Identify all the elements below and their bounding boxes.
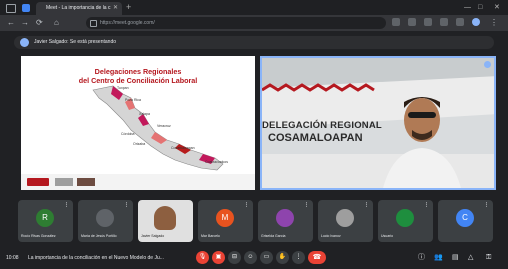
map-label: Xalapa — [139, 112, 150, 116]
map-label: Poza Rica — [125, 98, 141, 102]
meeting-time: 10:08 — [6, 255, 19, 261]
pin-icon[interactable] — [484, 61, 491, 68]
ccl-logo — [77, 178, 95, 186]
maximize-button[interactable]: □ — [478, 2, 482, 13]
map-label: Coatzacoalcos — [205, 160, 228, 164]
participant-video — [154, 206, 176, 230]
slide-title: Delegaciones Regionales — [94, 67, 182, 76]
more-options-icon[interactable]: ⋮ — [124, 202, 129, 208]
profile-avatar[interactable] — [472, 18, 480, 26]
people-icon[interactable]: 👥 — [434, 252, 443, 264]
menu-dots-icon[interactable]: ⋮ — [490, 18, 498, 28]
avatar: C — [456, 209, 474, 227]
slide-footer — [21, 174, 255, 190]
lock-icon[interactable] — [90, 20, 97, 27]
reload-icon[interactable]: ⟳ — [36, 18, 43, 28]
host-controls-icon[interactable]: ⚿ — [486, 252, 491, 264]
presentation-slide[interactable]: Delegaciones Regionales del Centro de Co… — [21, 56, 255, 190]
more-options-icon[interactable]: ⋮ — [484, 202, 489, 208]
participant-name: Javier Salgado — [141, 234, 165, 238]
present-screen-icon[interactable]: ▭ — [260, 251, 273, 264]
avatar: R — [36, 209, 54, 227]
participant-tile[interactable]: M Mar Barcelo ⋮ — [198, 200, 253, 242]
participant-name: Rocío Rivas González — [21, 234, 56, 238]
minimize-button[interactable]: — — [464, 2, 471, 13]
camera-off-icon[interactable]: ▣ — [212, 251, 225, 264]
more-options-icon[interactable]: ⋮ — [424, 202, 429, 208]
participant-tile[interactable]: R Rocío Rivas González ⋮ — [18, 200, 73, 242]
microphone-off-icon[interactable]: 🎙 — [196, 251, 209, 264]
chat-icon[interactable]: ▤ — [452, 252, 459, 264]
avatar — [276, 209, 294, 227]
participant-name: Usuario — [381, 234, 394, 238]
downloads-icon[interactable] — [440, 18, 448, 26]
avatar: M — [216, 209, 234, 227]
participant-tile[interactable]: Javier Salgado — [138, 200, 193, 242]
presenting-text: Javier Salgado: Se está presentando — [34, 39, 116, 45]
tab-actions-icon[interactable] — [6, 4, 16, 13]
activities-icon[interactable]: △ — [468, 252, 473, 264]
meeting-details-icon[interactable]: ⓘ — [418, 252, 425, 264]
participant-tile[interactable]: María de Jesús Portillo ⋮ — [78, 200, 133, 242]
more-options-icon[interactable]: ⋮ — [292, 251, 305, 264]
close-window-button[interactable]: ✕ — [494, 2, 500, 13]
banner-text-line2: COSAMALOAPAN — [268, 132, 363, 144]
browser-tab[interactable]: Meet - La importancia de la c ✕ — [36, 2, 122, 15]
participant-tile[interactable]: Lucio Ivanov ⋮ — [318, 200, 373, 242]
meeting-title: La importancia de la conciliación en el … — [28, 255, 164, 261]
participant-tile[interactable]: Usuario ⋮ — [378, 200, 433, 242]
more-options-icon[interactable]: ⋮ — [364, 202, 369, 208]
new-tab-icon[interactable]: + — [126, 2, 131, 13]
participant-name: Griselda García — [261, 234, 286, 238]
map-label: Tuxpan — [117, 86, 129, 90]
extensions-puzzle-icon[interactable] — [456, 18, 464, 26]
participant-name: María de Jesús Portillo — [81, 234, 117, 238]
participant-name: Mar Barcelo — [201, 234, 220, 238]
bookmark-icon[interactable] — [424, 18, 432, 26]
banner-text-line1: DELEGACIÓN REGIONAL — [262, 120, 382, 131]
map-label: Orizaba — [133, 142, 146, 146]
back-icon[interactable]: ← — [7, 18, 15, 28]
participant-tile[interactable]: C ⋮ — [438, 200, 493, 242]
participant-tile[interactable]: Griselda García ⋮ — [258, 200, 313, 242]
extension-icon[interactable] — [408, 18, 416, 26]
emoji-icon[interactable]: ☺ — [244, 251, 257, 264]
map-label: Cosamaloapan — [171, 146, 195, 150]
url-text: https://meet.google.com/ — [100, 20, 155, 26]
institution-logo — [55, 178, 73, 186]
government-logo — [27, 178, 49, 186]
forward-icon[interactable]: → — [21, 18, 29, 28]
presenter-icon — [20, 38, 29, 47]
extension-icon[interactable] — [392, 18, 400, 26]
meet-favicon — [22, 4, 30, 12]
participant-name: Lucio Ivanov — [321, 234, 341, 238]
address-bar[interactable]: https://meet.google.com/ — [86, 17, 386, 29]
active-speaker-video[interactable]: DELEGACIÓN REGIONAL COSAMALOAPAN — [260, 56, 496, 190]
tab-title: Meet - La importancia de la c — [46, 5, 111, 11]
home-icon[interactable]: ⌂ — [54, 18, 59, 28]
more-options-icon[interactable]: ⋮ — [244, 202, 249, 208]
more-options-icon[interactable]: ⋮ — [64, 202, 69, 208]
avatar — [396, 209, 414, 227]
avatar — [96, 209, 114, 227]
raise-hand-icon[interactable]: ✋ — [276, 251, 289, 264]
avatar — [336, 209, 354, 227]
captions-icon[interactable]: ⊟ — [228, 251, 241, 264]
tab-close-icon[interactable]: ✕ — [113, 2, 118, 15]
leave-call-button[interactable]: ☎ — [308, 251, 326, 264]
map-label: Córdoba — [121, 132, 135, 136]
more-options-icon[interactable]: ⋮ — [304, 202, 309, 208]
map-label: Veracruz — [157, 124, 171, 128]
